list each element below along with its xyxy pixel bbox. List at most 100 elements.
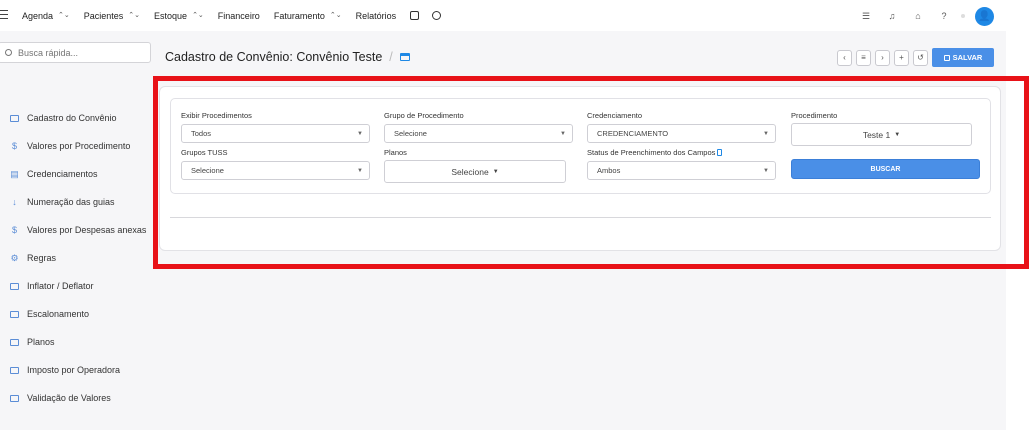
nav-pacientes[interactable]: Pacientes ⌃⌄ <box>84 11 140 21</box>
planos-value: Selecione <box>451 166 489 177</box>
list-view-button[interactable]: ≡ <box>856 49 871 66</box>
gears-icon: ⚙ <box>10 252 19 263</box>
sidebar-item-label: Valores por Procedimento <box>27 141 131 151</box>
list-box-icon <box>10 338 19 346</box>
previous-button[interactable]: ‹ <box>837 49 852 66</box>
exibir-value: Todos <box>191 129 212 138</box>
top-navbar: Agenda ⌃⌄ Pacientes ⌃⌄ Estoque ⌃⌄ Financeir… <box>0 0 1030 31</box>
chevron-down-icon: ▼ <box>763 131 769 137</box>
sidebar-item-label: Valores por Despesas anexas <box>27 225 147 235</box>
sidebar-item-cadastro[interactable]: Cadastro do Convênio <box>10 104 146 132</box>
dollar-icon: $ <box>11 141 17 151</box>
history-button[interactable]: ↺ <box>913 49 928 66</box>
user-icon: 👤 <box>978 10 991 22</box>
sidebar-item-label: Imposto por Operadora <box>27 365 121 375</box>
search-button-label: BUSCAR <box>870 165 901 173</box>
sidebar-item-planos[interactable]: Planos <box>10 328 146 356</box>
sidebar-item-label: Credenciamentos <box>27 169 98 179</box>
nav-label: Pacientes <box>83 10 124 21</box>
sidebar-item-valores-procedimento[interactable]: $ Valores por Procedimento <box>10 132 146 160</box>
sidebar-item-inflator[interactable]: Inflator / Deflator <box>10 272 146 300</box>
card-icon[interactable] <box>399 53 410 61</box>
sidebar-item-label: Numeração das guias <box>27 197 115 207</box>
save-icon <box>943 54 950 61</box>
nav-label: Agenda <box>22 10 54 21</box>
money-icon <box>10 366 19 374</box>
chevron-down-icon: ▼ <box>357 168 363 174</box>
money-icon <box>10 310 19 318</box>
page-title-text: Cadastro de Convênio: Convênio Teste <box>165 50 383 64</box>
sidebar-item-label: Inflator / Deflator <box>27 281 94 291</box>
sidebar-item-label: Planos <box>27 337 55 347</box>
nav-agenda[interactable]: Agenda ⌃⌄ <box>22 11 70 21</box>
procedimento-value: Teste 1 <box>862 129 891 140</box>
page-title: Cadastro de Convênio: Convênio Teste / <box>165 50 410 64</box>
credenciamento-select[interactable]: CREDENCIAMENTO ▼ <box>587 124 776 143</box>
sidebar-item-label: Escalonamento <box>27 309 90 319</box>
quick-search-input[interactable] <box>18 47 138 58</box>
nav-label: Faturamento <box>273 10 325 21</box>
top-right-tools: ☰ ♫ ⌂ ? 👤 <box>853 5 994 27</box>
procedimento-select[interactable]: Teste 1 ▼ <box>791 123 972 146</box>
procedimento-label: Procedimento <box>791 111 838 120</box>
sidebar-item-regras[interactable]: ⚙ Regras <box>10 244 146 272</box>
status-label: Status de Preenchimento dos Campos <box>587 148 723 157</box>
sidebar: Cadastro do Convênio $ Valores por Proced… <box>0 31 152 430</box>
divider <box>170 217 991 218</box>
caret-down-icon: ▼ <box>492 168 499 175</box>
sidebar-item-credenciamentos[interactable]: ▤ Credenciamentos <box>10 160 146 188</box>
bell-icon[interactable]: ♫ <box>879 11 905 21</box>
list-icon[interactable]: ☰ <box>853 11 879 22</box>
planos-label: Planos <box>384 148 407 157</box>
page-actions: ‹ ≡ › + ↺ SALVAR <box>837 48 994 67</box>
search-button[interactable]: BUSCAR <box>791 159 980 179</box>
nav-estoque[interactable]: Estoque ⌃⌄ <box>154 11 204 21</box>
hamburger-menu-icon[interactable] <box>0 10 10 19</box>
next-button[interactable]: › <box>875 49 890 66</box>
chevron-down-icon: ▼ <box>357 131 363 137</box>
dollar-icon: $ <box>11 225 17 235</box>
filter-card: Exibir Procedimentos Todos ▼ Grupo de Pro… <box>159 86 1001 251</box>
chevron-updown-icon: ⌃⌄ <box>192 11 204 19</box>
credenciamento-label: Credenciamento <box>587 111 643 120</box>
sidebar-item-label: Validação de Valores <box>27 393 111 403</box>
sidebar-item-escalonamento[interactable]: Escalonamento <box>10 300 146 328</box>
status-value: Ambos <box>597 166 621 175</box>
sidebar-item-despesas[interactable]: $ Valores por Despesas anexas <box>10 216 146 244</box>
sidebar-item-imposto[interactable]: Imposto por Operadora <box>10 356 146 384</box>
nav-relatorios[interactable]: Relatórios <box>356 11 397 21</box>
nav-faturamento[interactable]: Faturamento ⌃⌄ <box>274 11 342 21</box>
status-label-text: Status de Preenchimento dos Campos <box>587 148 716 157</box>
sidebar-item-validacao[interactable]: Validação de Valores <box>10 384 146 412</box>
exibir-select[interactable]: Todos ▼ <box>181 124 370 143</box>
grupo-select[interactable]: Selecione ▼ <box>384 124 573 143</box>
help-icon[interactable]: ? <box>931 11 957 21</box>
filter-panel: Exibir Procedimentos Todos ▼ Grupo de Pro… <box>170 98 991 194</box>
chevron-down-icon: ▼ <box>560 131 566 137</box>
document-icon: ▤ <box>10 168 19 179</box>
info-icon[interactable] <box>717 149 723 156</box>
settings-icon[interactable] <box>432 11 442 20</box>
save-label: SALVAR <box>952 53 983 62</box>
chevron-updown-icon: ⌃⌄ <box>58 11 70 19</box>
credenciamento-value: CREDENCIAMENTO <box>597 129 669 138</box>
save-button[interactable]: SALVAR <box>932 48 994 67</box>
sort-numeric-icon: ↓ <box>12 197 17 207</box>
sidebar-item-numeracao[interactable]: ↓ Numeração das guias <box>10 188 146 216</box>
nav-label: Financeiro <box>217 10 260 21</box>
nav-label: Estoque <box>154 10 188 21</box>
money-icon <box>10 282 19 290</box>
database-icon[interactable] <box>410 11 420 20</box>
chat-icon[interactable]: ⌂ <box>905 11 931 21</box>
tuss-select[interactable]: Selecione ▼ <box>181 161 370 180</box>
caret-down-icon: ▼ <box>894 131 901 138</box>
planos-select[interactable]: Selecione ▼ <box>384 160 566 183</box>
add-button[interactable]: + <box>894 49 909 66</box>
sidebar-item-label: Cadastro do Convênio <box>27 113 117 123</box>
quick-search[interactable] <box>0 42 151 63</box>
user-avatar[interactable]: 👤 <box>975 6 994 26</box>
nav-financeiro[interactable]: Financeiro <box>218 11 260 21</box>
grupo-value: Selecione <box>394 129 427 138</box>
money-icon <box>10 394 19 402</box>
status-select[interactable]: Ambos ▼ <box>587 161 776 180</box>
